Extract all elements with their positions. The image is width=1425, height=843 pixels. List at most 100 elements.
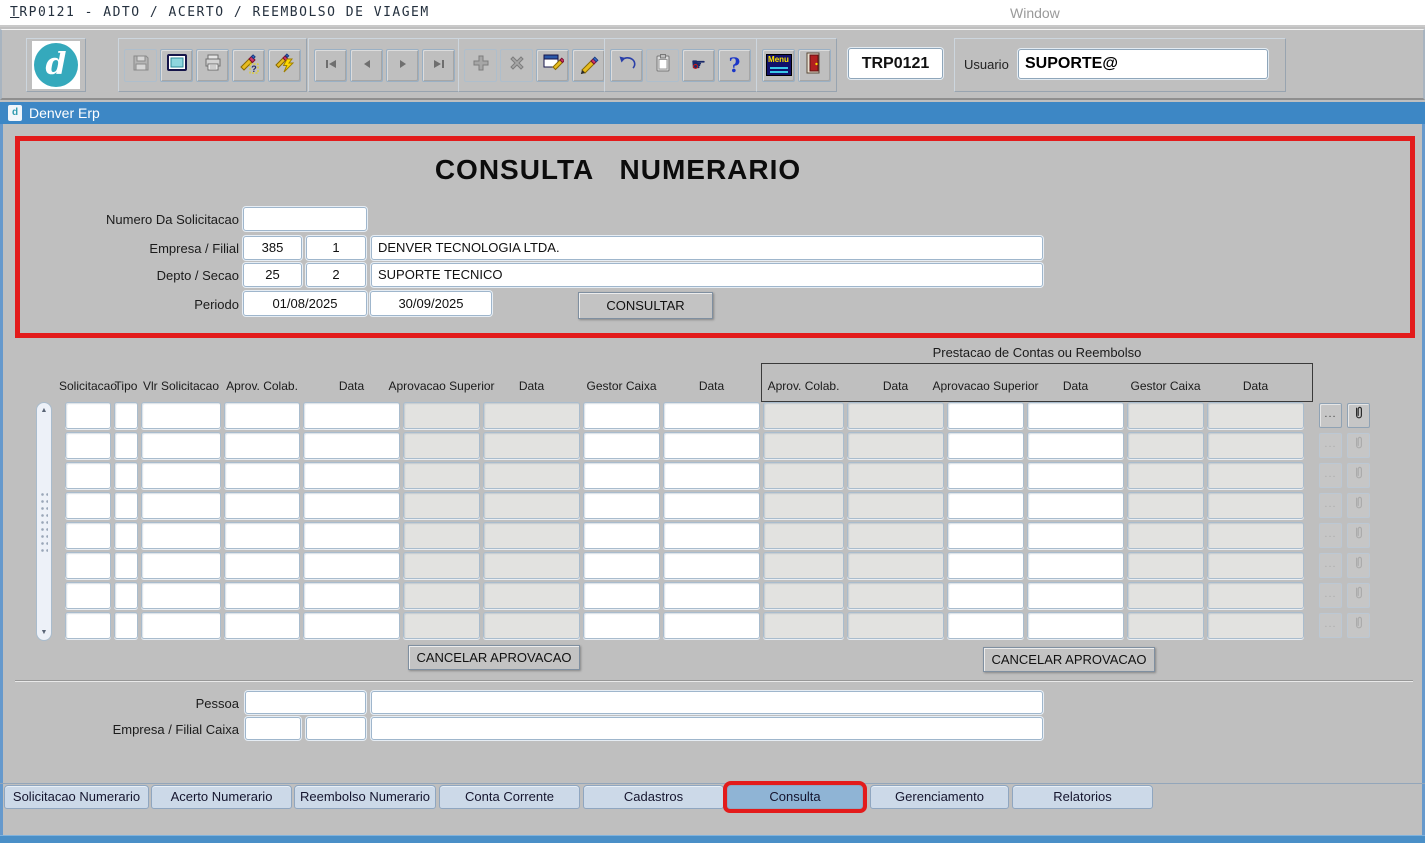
tab-relatorios[interactable]: Relatorios <box>1012 785 1153 809</box>
grid-cell[interactable] <box>224 582 300 609</box>
usuario-field[interactable]: SUPORTE@ <box>1018 49 1268 79</box>
grid-cell[interactable] <box>303 492 400 519</box>
grid-cell[interactable] <box>947 612 1024 639</box>
denver-erp-titlebar[interactable]: d Denver Erp <box>0 102 1425 124</box>
grid-cell[interactable] <box>947 552 1024 579</box>
grid-cell[interactable] <box>663 612 760 639</box>
pessoa-codigo-input[interactable] <box>245 691 366 714</box>
grid-cell[interactable] <box>224 402 300 429</box>
depto-input[interactable]: 25 <box>243 263 302 287</box>
scroll-down-icon[interactable]: ▼ <box>37 629 51 636</box>
tab-consulta[interactable]: Consulta <box>727 785 863 809</box>
grid-cell[interactable] <box>663 582 760 609</box>
grid-cell[interactable] <box>1027 432 1124 459</box>
grid-cell[interactable] <box>114 492 138 519</box>
consultar-button[interactable]: CONSULTAR <box>578 292 713 319</box>
grid-cell[interactable] <box>583 612 660 639</box>
grid-cell[interactable] <box>65 582 111 609</box>
grid-cell[interactable] <box>663 402 760 429</box>
grid-cell[interactable] <box>583 432 660 459</box>
print-button[interactable] <box>196 49 229 82</box>
grid-cell[interactable] <box>65 402 111 429</box>
grid-cell[interactable] <box>303 552 400 579</box>
grid-cell[interactable] <box>947 462 1024 489</box>
grid-cell[interactable] <box>1027 582 1124 609</box>
grid-cell[interactable] <box>1027 612 1124 639</box>
grid-cell[interactable] <box>1027 402 1124 429</box>
grid-cell[interactable] <box>303 582 400 609</box>
secao-input[interactable]: 2 <box>306 263 366 287</box>
next-record-button[interactable] <box>386 49 419 82</box>
grid-cell[interactable] <box>583 492 660 519</box>
first-record-button[interactable] <box>314 49 347 82</box>
scroll-thumb[interactable] <box>40 491 48 555</box>
grid-cell[interactable] <box>663 432 760 459</box>
grid-cell[interactable] <box>583 522 660 549</box>
grid-cell[interactable] <box>947 402 1024 429</box>
grid-cell[interactable] <box>224 432 300 459</box>
grid-cell[interactable] <box>141 612 221 639</box>
grid-cell[interactable] <box>114 612 138 639</box>
grid-cell[interactable] <box>1027 492 1124 519</box>
menu-item-window[interactable]: Window <box>1010 5 1060 21</box>
query-help-button[interactable]: ? <box>232 49 265 82</box>
cancelar-aprovacao-left-button[interactable]: CANCELAR APROVACAO <box>408 645 580 670</box>
cancelar-aprovacao-right-button[interactable]: CANCELAR APROVACAO <box>983 647 1155 672</box>
grid-cell[interactable] <box>65 462 111 489</box>
grid-cell[interactable] <box>141 492 221 519</box>
tab-reembolso-numerario[interactable]: Reembolso Numerario <box>294 785 436 809</box>
paste-button[interactable] <box>646 49 679 82</box>
numero-solicitacao-input[interactable] <box>243 207 367 231</box>
grid-cell[interactable] <box>303 432 400 459</box>
help-button[interactable]: ? <box>718 49 751 82</box>
grid-cell[interactable] <box>1027 552 1124 579</box>
grid-cell[interactable] <box>224 612 300 639</box>
grid-cell[interactable] <box>114 552 138 579</box>
scroll-up-icon[interactable]: ▲ <box>37 407 51 414</box>
grid-cell[interactable] <box>947 492 1024 519</box>
grid-cell[interactable] <box>65 492 111 519</box>
grid-cell[interactable] <box>303 402 400 429</box>
tab-gerenciamento[interactable]: Gerenciamento <box>870 785 1009 809</box>
grid-cell[interactable] <box>114 522 138 549</box>
grid-cell[interactable] <box>141 582 221 609</box>
execute-query-button[interactable] <box>268 49 301 82</box>
last-record-button[interactable] <box>422 49 455 82</box>
grid-cell[interactable] <box>303 462 400 489</box>
grid-cell[interactable] <box>114 432 138 459</box>
filial-caixa-input[interactable] <box>306 717 366 740</box>
grid-cell[interactable] <box>114 582 138 609</box>
tab-cadastros[interactable]: Cadastros <box>583 785 724 809</box>
tab-solicitacao-numerario[interactable]: Solicitacao Numerario <box>4 785 149 809</box>
grid-cell[interactable] <box>224 462 300 489</box>
grid-cell[interactable] <box>947 522 1024 549</box>
grid-cell[interactable] <box>583 552 660 579</box>
periodo-fim-input[interactable]: 30/09/2025 <box>370 291 492 316</box>
grid-cell[interactable] <box>303 522 400 549</box>
grid-cell[interactable] <box>224 492 300 519</box>
grid-cell[interactable] <box>224 552 300 579</box>
menu-button[interactable]: Menu <box>762 49 795 82</box>
grid-cell[interactable] <box>141 552 221 579</box>
empresa-caixa-input[interactable] <box>245 717 301 740</box>
grid-cell[interactable] <box>141 522 221 549</box>
grid-cell[interactable] <box>583 402 660 429</box>
grid-cell[interactable] <box>1027 462 1124 489</box>
empresa-input[interactable]: 385 <box>243 236 302 260</box>
grid-cell[interactable] <box>947 432 1024 459</box>
filial-input[interactable]: 1 <box>306 236 366 260</box>
grid-cell[interactable] <box>65 432 111 459</box>
program-code-field[interactable]: TRP0121 <box>848 48 943 79</box>
attachment-button[interactable] <box>1347 403 1370 428</box>
grid-cell[interactable] <box>583 582 660 609</box>
grid-vertical-scrollbar[interactable]: ▲ ▼ <box>36 402 52 641</box>
grid-cell[interactable] <box>303 612 400 639</box>
grid-cell[interactable] <box>65 522 111 549</box>
tab-acerto-numerario[interactable]: Acerto Numerario <box>151 785 292 809</box>
undo-button[interactable] <box>610 49 643 82</box>
prev-record-button[interactable] <box>350 49 383 82</box>
exit-button[interactable] <box>798 49 831 82</box>
grid-cell[interactable] <box>114 462 138 489</box>
grid-cell[interactable] <box>65 612 111 639</box>
periodo-inicio-input[interactable]: 01/08/2025 <box>243 291 367 316</box>
